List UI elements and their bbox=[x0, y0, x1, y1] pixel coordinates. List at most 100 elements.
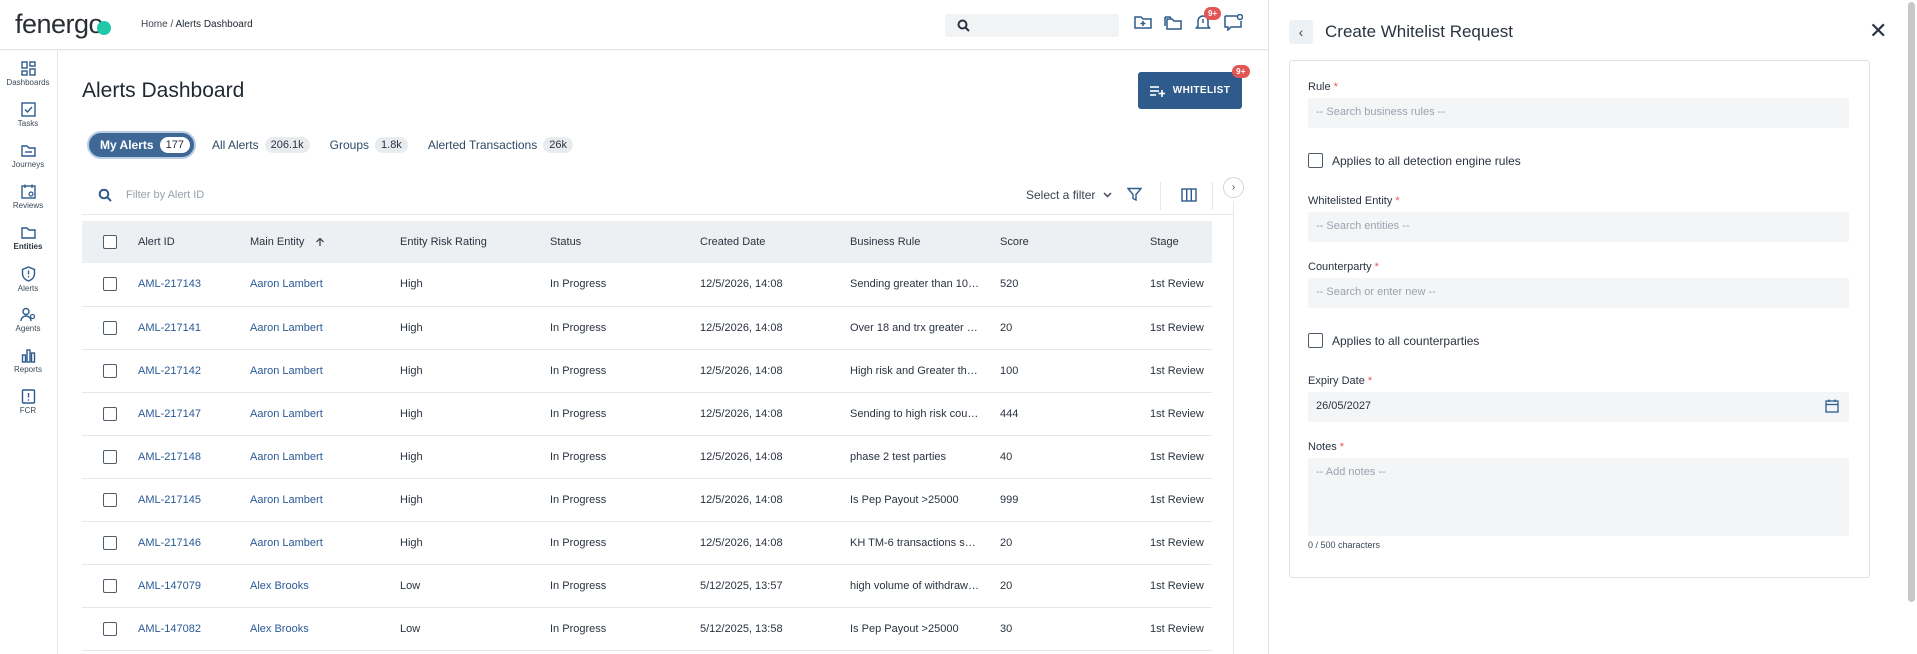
all-rules-checkbox-row[interactable]: Applies to all detection engine rules bbox=[1308, 153, 1521, 168]
alert-id-cell-text[interactable]: AML-217148 bbox=[138, 451, 201, 463]
table-row[interactable]: AML-217143 Aaron Lambert High In Progress 12… bbox=[82, 263, 1212, 307]
messages-icon[interactable] bbox=[1224, 13, 1246, 36]
alert-id-cell[interactable]: AML-217148 bbox=[138, 435, 250, 479]
table-row[interactable]: AML-147082 Alex Brooks Low In Progress 5/12/… bbox=[82, 607, 1212, 651]
folders-icon[interactable] bbox=[1164, 14, 1186, 36]
page-scrollbar-thumb[interactable] bbox=[1908, 2, 1915, 602]
alert-id-filter-input[interactable]: Filter by Alert ID bbox=[126, 189, 204, 201]
rule-search-input[interactable]: -- Search business rules -- bbox=[1308, 98, 1849, 128]
table-row[interactable]: AML-217145 Aaron Lambert High In Progress 12… bbox=[82, 478, 1212, 522]
table-row[interactable]: AML-217146 Aaron Lambert High In Progress 12… bbox=[82, 521, 1212, 565]
main-entity-cell[interactable]: Aaron Lambert bbox=[250, 392, 400, 436]
all-counterparties-checkbox-row[interactable]: Applies to all counterparties bbox=[1308, 333, 1479, 348]
back-button[interactable]: ‹ bbox=[1289, 20, 1313, 44]
nav-item-fcr[interactable]: FCR bbox=[0, 389, 56, 415]
close-icon[interactable]: ✕ bbox=[1869, 20, 1887, 42]
row-checkbox[interactable] bbox=[103, 621, 117, 636]
alert-id-cell-text[interactable]: AML-217141 bbox=[138, 322, 201, 334]
nav-item-agents[interactable]: Agents bbox=[0, 307, 56, 333]
filter-icon[interactable] bbox=[1127, 187, 1142, 202]
alert-id-cell-text[interactable]: AML-147082 bbox=[138, 623, 201, 635]
alert-id-cell[interactable]: AML-147082 bbox=[138, 607, 250, 651]
alert-id-cell[interactable]: AML-217143 bbox=[138, 263, 250, 307]
main-entity-cell-text[interactable]: Alex Brooks bbox=[250, 580, 309, 592]
main-entity-cell[interactable]: Aaron Lambert bbox=[250, 306, 400, 350]
select-all-checkbox[interactable] bbox=[103, 235, 117, 249]
table-row[interactable]: AML-217141 Aaron Lambert High In Progress 12… bbox=[82, 306, 1212, 350]
table-row[interactable]: AML-217147 Aaron Lambert High In Progress 12… bbox=[82, 392, 1212, 436]
col-created-date[interactable]: Created Date bbox=[700, 221, 850, 263]
notifications-bell-icon[interactable]: 9+ bbox=[1195, 7, 1222, 36]
main-entity-cell-text[interactable]: Aaron Lambert bbox=[250, 537, 323, 549]
nav-item-journeys[interactable]: Journeys bbox=[0, 143, 56, 169]
row-checkbox[interactable] bbox=[103, 406, 117, 421]
folder-add-icon[interactable] bbox=[1134, 14, 1156, 36]
breadcrumb-home[interactable]: Home bbox=[141, 19, 168, 30]
nav-item-dashboards[interactable]: Dashboards bbox=[0, 61, 56, 87]
alert-id-cell-text[interactable]: AML-217145 bbox=[138, 494, 201, 506]
expand-panel-button[interactable]: › bbox=[1223, 177, 1244, 198]
counterparty-input[interactable]: -- Search or enter new -- bbox=[1308, 278, 1849, 308]
main-entity-cell-text[interactable]: Aaron Lambert bbox=[250, 322, 323, 334]
alert-id-cell[interactable]: AML-217146 bbox=[138, 521, 250, 565]
main-entity-cell[interactable]: Aaron Lambert bbox=[250, 521, 400, 565]
expiry-date-input[interactable]: 26/05/2027 bbox=[1308, 392, 1849, 422]
alert-id-cell[interactable]: AML-147079 bbox=[138, 564, 250, 608]
row-checkbox[interactable] bbox=[103, 535, 117, 550]
main-entity-cell[interactable]: Aaron Lambert bbox=[250, 478, 400, 522]
row-checkbox[interactable] bbox=[103, 277, 117, 292]
columns-icon[interactable] bbox=[1181, 188, 1197, 202]
entity-search-input[interactable]: -- Search entities -- bbox=[1308, 212, 1849, 242]
nav-item-reviews[interactable]: Reviews bbox=[0, 184, 56, 210]
notes-textarea[interactable]: -- Add notes -- bbox=[1308, 458, 1849, 536]
table-row[interactable]: AML-217148 Aaron Lambert High In Progress 12… bbox=[82, 435, 1212, 479]
row-checkbox[interactable] bbox=[103, 492, 117, 507]
col-stage[interactable]: Stage bbox=[1150, 221, 1212, 263]
main-entity-cell-text[interactable]: Alex Brooks bbox=[250, 623, 309, 635]
col-status[interactable]: Status bbox=[550, 221, 700, 263]
tab-all-alerts[interactable]: All Alerts 206.1k bbox=[208, 134, 314, 156]
nav-item-reports[interactable]: Reports bbox=[0, 348, 56, 374]
tab-alerted-transactions[interactable]: Alerted Transactions 26k bbox=[424, 134, 577, 156]
global-search-input[interactable] bbox=[945, 14, 1119, 37]
col-business-rule[interactable]: Business Rule bbox=[850, 221, 1000, 263]
alert-id-cell[interactable]: AML-217141 bbox=[138, 306, 250, 350]
table-row[interactable]: AML-217142 Aaron Lambert High In Progress 12… bbox=[82, 349, 1212, 393]
tab-my-alerts[interactable]: My Alerts 177 bbox=[87, 131, 196, 159]
alert-id-cell[interactable]: AML-217142 bbox=[138, 349, 250, 393]
tab-groups[interactable]: Groups 1.8k bbox=[326, 134, 412, 156]
alert-id-cell[interactable]: AML-217145 bbox=[138, 478, 250, 522]
row-checkbox[interactable] bbox=[103, 320, 117, 335]
whitelist-button[interactable]: WHITELIST 9+ bbox=[1138, 65, 1250, 109]
col-entity-risk-rating[interactable]: Entity Risk Rating bbox=[400, 221, 550, 263]
fenergo-logo[interactable]: fenergo bbox=[15, 9, 112, 40]
main-entity-cell-text[interactable]: Aaron Lambert bbox=[250, 494, 323, 506]
alert-id-cell-text[interactable]: AML-217147 bbox=[138, 408, 201, 420]
row-checkbox[interactable] bbox=[103, 449, 117, 464]
alert-id-cell-text[interactable]: AML-217142 bbox=[138, 365, 201, 377]
all-rules-checkbox[interactable] bbox=[1308, 153, 1323, 168]
row-checkbox[interactable] bbox=[103, 363, 117, 378]
alert-id-cell-text[interactable]: AML-217146 bbox=[138, 537, 201, 549]
nav-item-entities[interactable]: Entities bbox=[0, 225, 56, 251]
main-entity-cell-text[interactable]: Aaron Lambert bbox=[250, 365, 323, 377]
nav-item-tasks[interactable]: Tasks bbox=[0, 102, 56, 128]
main-entity-cell-text[interactable]: Aaron Lambert bbox=[250, 408, 323, 420]
alert-id-cell-text[interactable]: AML-147079 bbox=[138, 580, 201, 592]
col-score[interactable]: Score bbox=[1000, 221, 1150, 263]
table-row[interactable]: AML-147079 Alex Brooks Low In Progress 5/12/… bbox=[82, 564, 1212, 608]
alert-id-cell[interactable]: AML-217147 bbox=[138, 392, 250, 436]
all-counterparties-checkbox[interactable] bbox=[1308, 333, 1323, 348]
row-checkbox[interactable] bbox=[103, 578, 117, 593]
main-entity-cell[interactable]: Aaron Lambert bbox=[250, 435, 400, 479]
main-entity-cell-text[interactable]: Aaron Lambert bbox=[250, 451, 323, 463]
main-entity-cell[interactable]: Alex Brooks bbox=[250, 564, 400, 608]
main-entity-cell[interactable]: Aaron Lambert bbox=[250, 349, 400, 393]
main-entity-cell[interactable]: Alex Brooks bbox=[250, 607, 400, 651]
alert-id-cell-text[interactable]: AML-217143 bbox=[138, 278, 201, 290]
calendar-icon[interactable] bbox=[1825, 399, 1839, 413]
select-filter-dropdown[interactable]: Select a filter bbox=[1026, 188, 1112, 202]
col-alert-id[interactable]: Alert ID bbox=[138, 221, 250, 263]
col-main-entity[interactable]: Main Entity bbox=[250, 221, 400, 263]
nav-item-alerts[interactable]: Alerts bbox=[0, 266, 56, 293]
